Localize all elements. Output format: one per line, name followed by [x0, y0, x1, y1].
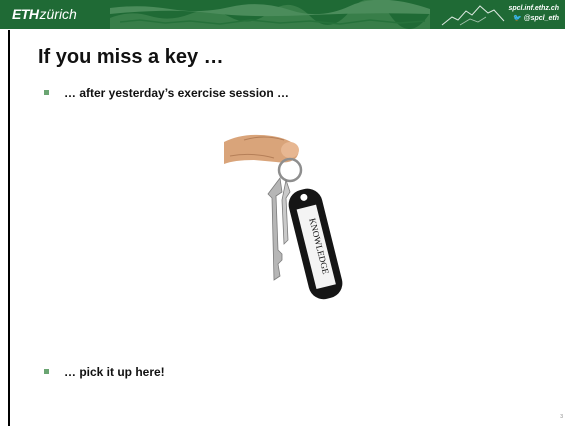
key-photo: KNOWLEDGE: [224, 134, 343, 300]
bullet-marker: [44, 369, 49, 375]
header-bar: ETHzürich spcl.inf.ethz.ch 🐦 @spcl_eth: [0, 0, 565, 29]
twitter-icon: 🐦: [513, 15, 522, 22]
page-number: 3: [560, 414, 563, 420]
slide-title: If you miss a key …: [38, 46, 224, 68]
logo-zurich: zürich: [39, 6, 77, 22]
bullet-marker: [44, 90, 49, 96]
header-links: spcl.inf.ethz.ch 🐦 @spcl_eth: [508, 4, 559, 24]
site-link[interactable]: spcl.inf.ethz.ch: [508, 4, 559, 14]
twitter-link[interactable]: 🐦 @spcl_eth: [508, 14, 559, 24]
left-rule: [8, 30, 10, 426]
logo-eth: ETH: [12, 6, 39, 22]
twitter-handle: @spcl_eth: [523, 15, 559, 22]
eth-logo[interactable]: ETHzürich: [12, 6, 77, 23]
bullet-text: … after yesterday’s exercise session …: [64, 86, 290, 100]
bullet-item: … after yesterday’s exercise session …: [44, 86, 289, 100]
mountain-icon: [441, 5, 505, 26]
slide: ETHzürich spcl.inf.ethz.ch 🐦 @spcl_eth If…: [0, 0, 565, 426]
header-texture: [110, 0, 430, 29]
bullet-text: … pick it up here!: [64, 365, 165, 379]
bullet-item: … pick it up here!: [44, 365, 165, 379]
